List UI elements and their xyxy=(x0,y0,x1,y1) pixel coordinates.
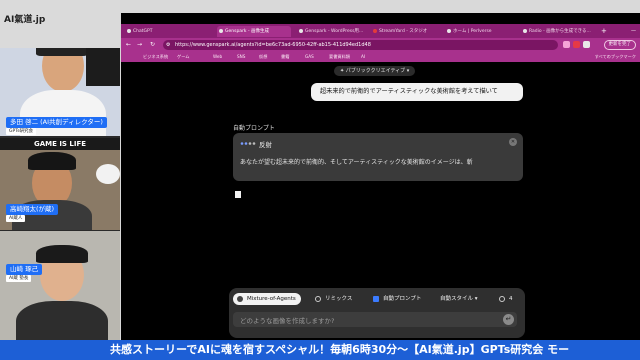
genspark-favicon-icon xyxy=(299,29,303,33)
tab-streamyard[interactable]: StreamYard - スタジオ xyxy=(371,26,441,37)
logo-text: AI氣道.jp xyxy=(4,15,46,25)
text-cursor xyxy=(235,191,241,198)
participant-tile-3: 山崎 琢己 AI蔵 塾長 xyxy=(0,231,120,340)
creativity-selector[interactable]: ✦ パブリッククリエイティブ ▾ xyxy=(334,66,416,76)
model-icon xyxy=(237,296,243,302)
remix-icon xyxy=(315,296,321,302)
back-arrow-icon[interactable]: ← xyxy=(124,40,133,49)
new-tab-plus-icon[interactable]: + xyxy=(601,26,607,37)
close-icon[interactable]: ✕ xyxy=(509,138,517,146)
participant-tile-1: 多田 啓二 (AI共創ディレクター) GPTs研究会 xyxy=(0,48,120,136)
prompt-composer: Mixture-of-Agents リミックス 自動プロンプト 自動スタイル ▾… xyxy=(229,288,525,338)
genspark-page: ✦ パブリッククリエイティブ ▾ 超未来的で前衛的でアーティスティックな美術館を… xyxy=(121,62,640,345)
reflection-text: あなたが望む超未来的で前衛的、そしてアーティスティックな美術館のイメージは、斬 xyxy=(240,159,473,166)
perlverse-favicon-icon xyxy=(447,29,451,33)
participant-2-role: AI蔵人 xyxy=(6,215,26,222)
streamyard-favicon-icon xyxy=(373,29,377,33)
profile-avatar-icon[interactable] xyxy=(583,41,590,48)
tab-bar: ChatGPT Genspark - 画像生成 Genspark - WordP… xyxy=(121,24,640,38)
bookmark-item[interactable]: ビジネス系統 xyxy=(143,52,168,62)
tab-genspark-image[interactable]: Genspark - 画像生成 xyxy=(217,26,291,37)
participant-3-role: AI蔵 塾長 xyxy=(6,275,32,282)
url-text: https://www.genspark.ai/agents?id=be6c73… xyxy=(175,42,371,48)
chevron-down-icon: ▾ xyxy=(405,68,410,74)
browser-window: ChatGPT Genspark - 画像生成 Genspark - WordP… xyxy=(121,13,640,345)
extension-red-icon[interactable] xyxy=(573,41,580,48)
participant-tile-2: GAME IS LIFE 高崎翔太(が蔵) AI蔵人 xyxy=(0,138,120,230)
forward-arrow-icon[interactable]: → xyxy=(135,40,144,49)
prompt-placeholder: どのような画像を作成しますか? xyxy=(240,317,335,325)
auto-prompt-toggle[interactable]: 自動プロンプト xyxy=(369,293,426,305)
user-prompt-bubble: 超未来的で前衛的でアーティスティックな美術館を考えて描いて xyxy=(311,83,523,101)
tab-chatgpt[interactable]: ChatGPT xyxy=(125,26,191,37)
participant-2-name: 高崎翔太(が蔵) xyxy=(6,204,59,215)
participant-1-name: 多田 啓二 (AI共創ディレクター) xyxy=(6,117,107,128)
reflection-card: 反射 ✕ あなたが望む超未来的で前衛的、そしてアーティスティックな美術館のイメー… xyxy=(233,133,523,181)
all-bookmarks-link[interactable]: すべてのブックマーク xyxy=(595,52,636,62)
tab-genspark-wordpress[interactable]: Genspark - WordPress用... xyxy=(297,26,367,37)
window-controls-icon[interactable]: — xyxy=(631,26,636,37)
loading-dots-icon xyxy=(240,142,256,145)
genspark-favicon-icon xyxy=(219,29,223,33)
participant-3-name: 山崎 琢己 xyxy=(6,264,43,275)
tab-radio[interactable]: Radio - 画像から生成できる... xyxy=(521,26,595,37)
participant-1-role: GPTs研究会 xyxy=(6,128,37,135)
remix-chip[interactable]: リミックス xyxy=(311,293,357,305)
tab-perlverse[interactable]: ホーム | Perlverse xyxy=(445,26,515,37)
site-info-icon[interactable]: ⚙ xyxy=(166,40,170,50)
update-button[interactable]: 更新を完了 xyxy=(603,40,636,50)
bookmark-item[interactable]: GAS xyxy=(305,52,314,62)
auto-prompt-label: 自動プロンプト xyxy=(233,125,275,132)
prompt-input[interactable]: どのような画像を作成しますか? ↵ xyxy=(233,312,517,327)
chevron-down-icon: ▾ xyxy=(473,296,478,302)
reload-icon[interactable]: ↻ xyxy=(148,40,157,49)
bookmark-item[interactable]: 要書資料類 xyxy=(329,52,350,62)
reflection-title: 反射 xyxy=(259,141,272,149)
participant-2-banner: GAME IS LIFE xyxy=(0,138,120,150)
browser-toolbar: ← → ↻ ⚙ https://www.genspark.ai/agents?i… xyxy=(121,38,640,52)
show-logo: AI氣道.jp xyxy=(0,0,120,48)
extension-icon[interactable] xyxy=(563,41,570,48)
send-button[interactable]: ↵ xyxy=(503,314,514,325)
bookmark-item[interactable]: ゲーム xyxy=(177,52,189,62)
auto-style-select[interactable]: 自動スタイル ▾ xyxy=(435,293,483,305)
checkbox-checked-icon xyxy=(373,296,379,302)
count-icon xyxy=(499,296,505,302)
participants-column: AI氣道.jp 多田 啓二 (AI共創ディレクター) GPTs研究会 GAME … xyxy=(0,0,120,340)
bookmark-item[interactable]: SNS xyxy=(237,52,245,62)
radio-favicon-icon xyxy=(523,29,527,33)
model-select-chip[interactable]: Mixture-of-Agents xyxy=(233,293,301,305)
bookmark-item[interactable]: Web xyxy=(213,52,222,62)
chatgpt-favicon-icon xyxy=(127,29,131,33)
address-bar[interactable]: ⚙ https://www.genspark.ai/agents?id=be6c… xyxy=(163,40,558,50)
news-ticker: 共感ストーリーでAIに魂を宿すスペシャル！毎朝6時30分〜【AI氣道.jp】GP… xyxy=(0,340,640,360)
bookmarks-bar: ビジネス系統 ゲーム Web SNS 仮想 書籍 GAS 要書資料類 AI すべ… xyxy=(121,52,640,62)
bookmark-item[interactable]: 書籍 xyxy=(281,52,289,62)
bookmark-item[interactable]: 仮想 xyxy=(259,52,267,62)
bookmark-item[interactable]: AI xyxy=(361,52,365,62)
image-count-select[interactable]: 4 xyxy=(495,293,518,305)
